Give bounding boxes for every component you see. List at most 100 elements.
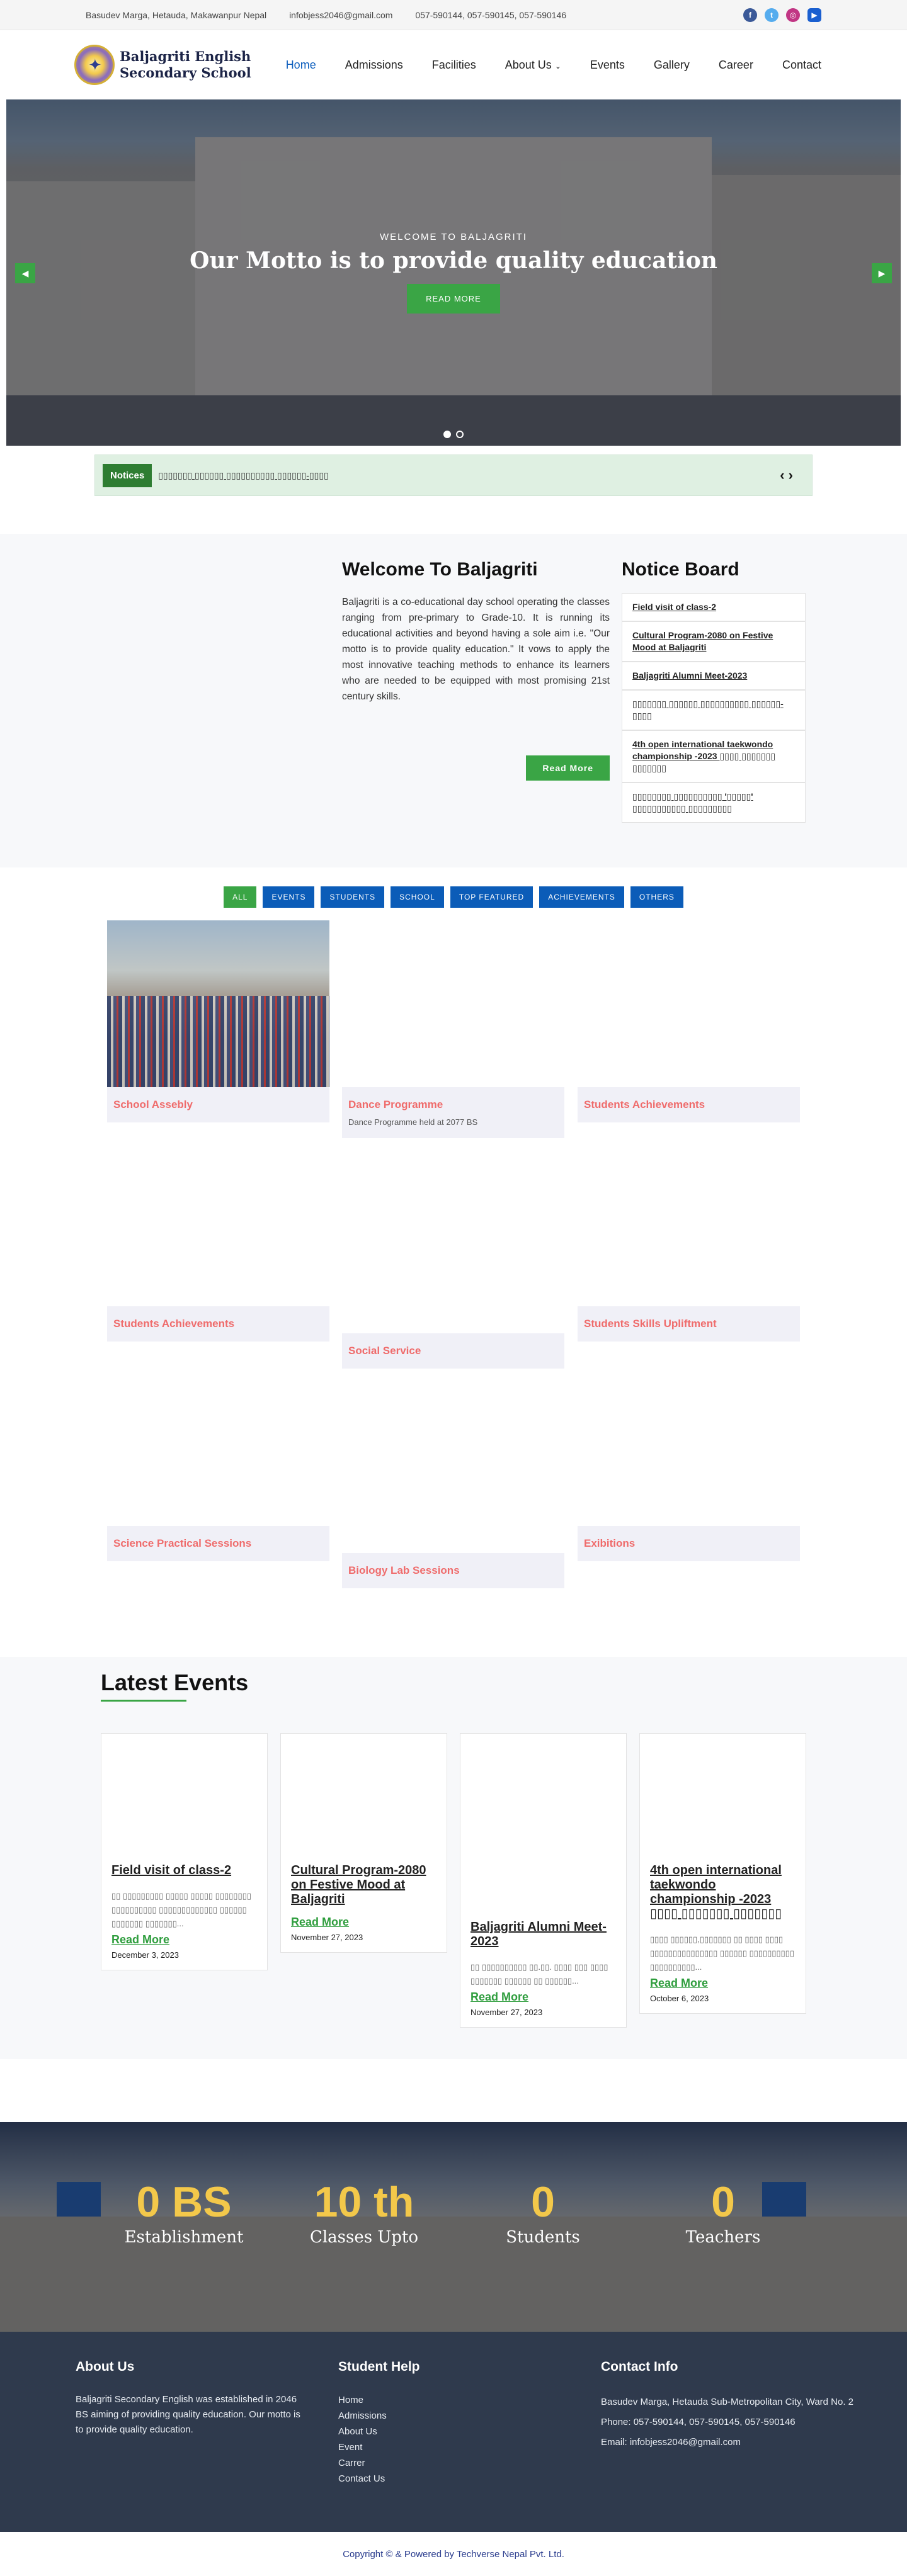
event-title[interactable]: Cultural Program-2080 on Festive Mood at… bbox=[291, 1863, 436, 1907]
site-header: Baljagriti English Secondary School Home… bbox=[0, 30, 907, 99]
nav-facilities[interactable]: Facilities bbox=[432, 59, 476, 72]
notice-item[interactable]: ▯▯▯▯▯▯▯ ▯▯▯▯▯▯ ▯▯▯▯▯▯▯▯▯▯ ▯▯▯▯▯▯-▯▯▯▯ bbox=[622, 690, 806, 730]
footer-link-about-us[interactable]: About Us bbox=[338, 2424, 601, 2439]
event-read-more-link[interactable]: Read More bbox=[471, 1991, 616, 2004]
chevron-down-icon: ⌄ bbox=[554, 61, 561, 71]
notice-item[interactable]: ▯▯▯▯▯▯▯▯ ▯▯▯▯▯▯▯▯▯▯ '▯▯▯▯▯' ▯▯▯▯▯▯▯▯▯▯▯ … bbox=[622, 782, 806, 823]
footer-contact-email[interactable]: Email: infobjess2046@gmail.com bbox=[601, 2432, 864, 2453]
twitter-icon[interactable]: t bbox=[765, 8, 779, 22]
event-card[interactable]: Field visit of class-2 ▯▯ ▯▯▯▯▯▯▯▯▯ ▯▯▯▯… bbox=[101, 1733, 268, 1970]
nav-career[interactable]: Career bbox=[719, 59, 753, 72]
nav-contact[interactable]: Contact bbox=[782, 59, 821, 72]
latest-events-section: Latest Events Field visit of class-2 ▯▯ … bbox=[0, 1657, 907, 2059]
notice-item[interactable]: 4th open international taekwondo champio… bbox=[622, 730, 806, 782]
event-title[interactable]: Field visit of class-2 bbox=[111, 1863, 257, 1878]
filter-school[interactable]: SCHOOL bbox=[391, 886, 444, 908]
nav-events[interactable]: Events bbox=[590, 59, 625, 72]
footer-about: About Us Baljagriti Secondary English wa… bbox=[76, 2359, 338, 2532]
event-image bbox=[291, 1744, 436, 1863]
event-title[interactable]: Baljagriti Alumni Meet-2023 bbox=[471, 1920, 616, 1949]
slider-dot-1[interactable] bbox=[443, 431, 451, 438]
site-logo[interactable]: Baljagriti English Secondary School bbox=[74, 45, 251, 85]
hero-next-arrow-icon[interactable]: ▶ bbox=[872, 263, 892, 283]
filter-students[interactable]: STUDENTS bbox=[321, 886, 385, 908]
filter-others[interactable]: OTHERS bbox=[630, 886, 683, 908]
nav-about-us[interactable]: About Us ⌄ bbox=[505, 59, 561, 72]
stat-value: 10 th bbox=[314, 2178, 414, 2226]
gallery-card[interactable]: Social Service bbox=[342, 1333, 564, 1369]
hero-prev-arrow-icon[interactable]: ◀ bbox=[15, 263, 35, 283]
event-image bbox=[650, 1744, 796, 1863]
filter-events[interactable]: EVENTS bbox=[263, 886, 315, 908]
nav-gallery[interactable]: Gallery bbox=[654, 59, 690, 72]
gallery-card[interactable]: Dance Programme Dance Programme held at … bbox=[342, 1087, 564, 1138]
event-title[interactable]: 4th open international taekwondo champio… bbox=[650, 1863, 796, 1921]
gallery-filters: ALL EVENTS STUDENTS SCHOOL TOP FEATURED … bbox=[0, 886, 907, 908]
slider-dots bbox=[6, 431, 901, 438]
welcome-read-more-button[interactable]: Read More bbox=[526, 755, 610, 781]
nav-home[interactable]: Home bbox=[286, 59, 316, 72]
slider-dot-2[interactable] bbox=[456, 431, 464, 438]
footer-contact-title: Contact Info bbox=[601, 2359, 678, 2374]
social-links: f t ◎ ▶ bbox=[743, 8, 821, 22]
gallery-title: Social Service bbox=[348, 1345, 421, 1357]
copyright-bar: Copyright © & Powered by Techverse Nepal… bbox=[0, 2532, 907, 2576]
footer-contact-phone: Phone: 057-590144, 057-590145, 057-59014… bbox=[601, 2417, 796, 2427]
events-title-underline bbox=[101, 1700, 186, 1702]
nav-admissions[interactable]: Admissions bbox=[345, 59, 403, 72]
hero-content: WELCOME TO BALJAGRITI Our Motto is to pr… bbox=[6, 232, 901, 314]
notice-item[interactable]: Cultural Program-2080 on Festive Mood at… bbox=[622, 621, 806, 662]
events-title: Latest Events bbox=[101, 1669, 249, 1695]
footer-link-event[interactable]: Event bbox=[338, 2439, 601, 2455]
gallery-card[interactable]: Students Achievements bbox=[578, 1087, 800, 1122]
footer-link-home[interactable]: Home bbox=[338, 2392, 601, 2408]
event-card[interactable]: Cultural Program-2080 on Festive Mood at… bbox=[280, 1733, 447, 1953]
filter-achievements[interactable]: ACHIEVEMENTS bbox=[539, 886, 624, 908]
facebook-icon[interactable]: f bbox=[743, 8, 757, 22]
gallery-card[interactable]: Students Achievements bbox=[107, 1306, 329, 1342]
stat-establishment: 0 BS Establishment bbox=[89, 2178, 278, 2247]
event-desc: ▯▯ ▯▯▯▯▯▯▯▯▯ ▯▯▯▯▯ ▯▯▯▯▯ ▯▯▯▯▯▯▯▯ ▯▯▯▯▯▯… bbox=[111, 1891, 251, 1928]
event-card[interactable]: Baljagriti Alumni Meet-2023 ▯▯ ▯▯▯▯▯▯▯▯▯… bbox=[460, 1733, 627, 2028]
event-read-more-link[interactable]: Read More bbox=[291, 1916, 436, 1929]
copyright-text: Copyright © & Powered by Techverse Nepal… bbox=[343, 2548, 564, 2560]
filter-top-featured[interactable]: TOP FEATURED bbox=[450, 886, 533, 908]
gallery-card[interactable]: School Assebly bbox=[107, 920, 329, 1122]
hero-read-more-button[interactable]: READ MORE bbox=[407, 284, 500, 314]
event-card[interactable]: 4th open international taekwondo champio… bbox=[639, 1733, 806, 2014]
notice-board-title: Notice Board bbox=[622, 559, 739, 580]
events-list: Field visit of class-2 ▯▯ ▯▯▯▯▯▯▯▯▯ ▯▯▯▯… bbox=[101, 1733, 907, 2028]
gallery-caption: Students Achievements bbox=[578, 1087, 800, 1122]
filter-all[interactable]: ALL bbox=[224, 886, 257, 908]
gallery-card[interactable]: Biology Lab Sessions bbox=[342, 1553, 564, 1588]
top-bar: Basudev Marga, Hetauda, Makawanpur Nepal… bbox=[0, 0, 907, 30]
email-link[interactable]: infobjess2046@gmail.com bbox=[289, 10, 392, 20]
footer-link-contact-us[interactable]: Contact Us bbox=[338, 2471, 601, 2487]
youtube-icon[interactable]: ▶ bbox=[807, 8, 821, 22]
notice-item[interactable]: Field visit of class-2 bbox=[622, 593, 806, 621]
instagram-icon[interactable]: ◎ bbox=[786, 8, 800, 22]
contact-info: Basudev Marga, Hetauda, Makawanpur Nepal… bbox=[86, 10, 586, 20]
gallery-card[interactable]: Exibitions bbox=[578, 1526, 800, 1561]
gallery-title: Dance Programme bbox=[348, 1099, 443, 1110]
gallery-desc: Dance Programme held at 2077 BS bbox=[348, 1117, 478, 1127]
welcome-section: Welcome To Baljagriti Baljagriti is a co… bbox=[0, 534, 907, 867]
event-desc: ▯▯ ▯▯▯▯▯▯▯▯▯▯ ▯▯.▯▯. ▯▯▯▯ ▯▯▯ ▯▯▯▯ ▯▯▯▯▯… bbox=[471, 1962, 608, 1986]
main-nav: Home Admissions Facilities About Us ⌄ Ev… bbox=[286, 59, 821, 72]
event-read-more-link[interactable]: Read More bbox=[650, 1977, 796, 1990]
footer-link-carrer[interactable]: Carrer bbox=[338, 2455, 601, 2471]
event-image bbox=[471, 1744, 616, 1920]
footer-link-admissions[interactable]: Admissions bbox=[338, 2408, 601, 2424]
event-date: November 27, 2023 bbox=[471, 2008, 543, 2017]
event-read-more-link[interactable]: Read More bbox=[111, 1933, 257, 1946]
notices-ticker-text[interactable]: ▯▯▯▯▯▯▯ ▯▯▯▯▯▯ ▯▯▯▯▯▯▯▯▯▯ ▯▯▯▯▯▯-▯▯▯▯ bbox=[158, 470, 329, 481]
stat-label: Teachers bbox=[685, 2228, 761, 2247]
gallery-title: Science Practical Sessions bbox=[113, 1537, 252, 1549]
address-text: Basudev Marga, Hetauda, Makawanpur Nepal bbox=[86, 9, 267, 20]
hero-title: Our Motto is to provide quality educatio… bbox=[190, 247, 717, 274]
gallery-card[interactable]: Science Practical Sessions bbox=[107, 1526, 329, 1561]
notice-item[interactable]: Baljagriti Alumni Meet-2023 bbox=[622, 662, 806, 690]
ticker-arrows-icon[interactable]: ‹ › bbox=[780, 467, 793, 483]
gallery-card[interactable]: Students Skills Upliftment bbox=[578, 1306, 800, 1342]
stat-value: 0 bbox=[531, 2178, 555, 2226]
